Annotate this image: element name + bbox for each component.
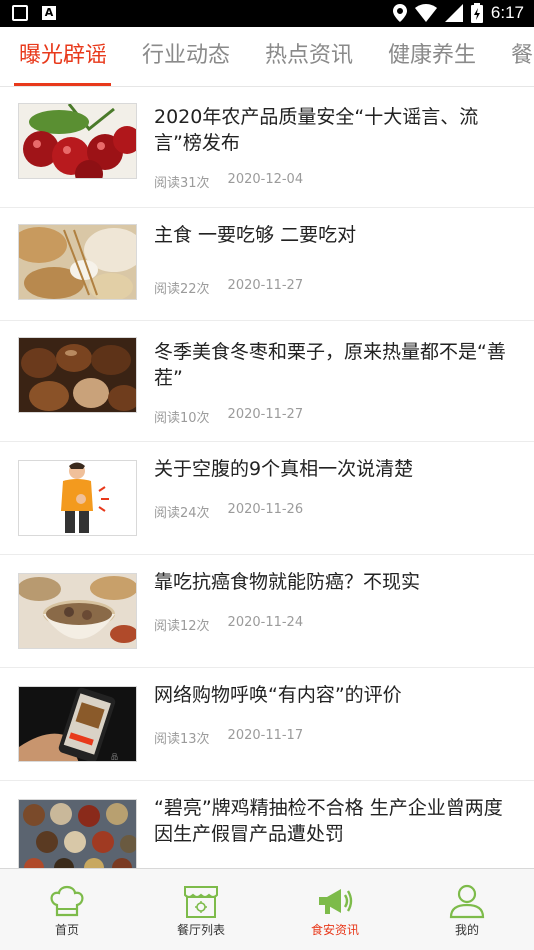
publish-date: 2020-11-27 — [227, 278, 304, 293]
publish-date: 2020-12-04 — [227, 172, 304, 187]
article-meta: 阅读24次 2020-11-26 — [154, 502, 303, 521]
read-count: 阅读10次 — [154, 411, 210, 426]
publish-date: 2020-11-24 — [227, 615, 304, 630]
article-title: 网络购物呼唤“有内容”的评价 — [154, 684, 402, 706]
article-item[interactable]: 关于空腹的9个真相一次说清楚 阅读24次 2020-11-26 — [0, 442, 534, 555]
read-count: 阅读24次 — [154, 506, 210, 521]
article-thumbnail-cherries — [18, 103, 137, 179]
read-count: 阅读31次 — [154, 176, 210, 191]
article-title: 2020年农产品质量安全“十大谣言、流言”榜发布 — [154, 106, 479, 154]
status-bar: A 6:17 — [0, 0, 534, 27]
article-list: 2020年农产品质量安全“十大谣言、流言”榜发布 阅读31次 2020-12-0… — [0, 88, 534, 868]
article-thumbnail-phone-shopping: 品 — [18, 686, 137, 762]
article-meta: 阅读13次 2020-11-17 — [154, 728, 303, 747]
publish-date: 2020-11-17 — [227, 728, 304, 743]
nav-home[interactable]: 首页 — [0, 869, 134, 950]
bottom-navigation: 首页 餐厅列表 食安资讯 我的 — [0, 868, 534, 950]
publish-date: 2020-11-27 — [227, 407, 304, 422]
nav-label: 餐厅列表 — [176, 923, 225, 937]
nav-label: 我的 — [454, 923, 479, 937]
article-meta: 阅读10次 2020-11-27 — [154, 407, 303, 426]
article-meta: 阅读12次 2020-11-24 — [154, 615, 303, 634]
clock: 6:17 — [490, 3, 524, 22]
nav-food-safety-news[interactable]: 食安资讯 — [268, 869, 402, 950]
article-item[interactable]: 主食 一要吃够 二要吃对 阅读22次 2020-11-27 — [0, 208, 534, 321]
user-icon — [449, 884, 485, 919]
article-title: 冬季美食冬枣和栗子，原来热量都不是“善茬” — [154, 341, 506, 389]
notification-icon — [12, 5, 28, 21]
active-tab-indicator — [14, 83, 111, 86]
nav-label: 首页 — [54, 923, 79, 937]
publish-date: 2020-11-26 — [227, 502, 304, 517]
article-title: 关于空腹的9个真相一次说清楚 — [154, 458, 414, 480]
article-item[interactable]: 靠吃抗癌食物就能防癌？不现实 阅读12次 2020-11-24 — [0, 555, 534, 668]
location-icon — [392, 4, 407, 22]
nav-profile[interactable]: 我的 — [400, 869, 534, 950]
tab-health[interactable]: 健康养生 — [388, 41, 476, 71]
tab-industry-news[interactable]: 行业动态 — [142, 41, 230, 71]
article-title: 主食 一要吃够 二要吃对 — [154, 224, 357, 246]
category-tabs: 曝光辟谣 行业动态 热点资讯 健康养生 餐 — [0, 27, 534, 87]
tab-hot-news[interactable]: 热点资讯 — [265, 41, 353, 71]
svg-text:品: 品 — [111, 753, 118, 761]
article-meta: 阅读31次 2020-12-04 — [154, 172, 303, 191]
tab-exposure-rumors[interactable]: 曝光辟谣 — [19, 41, 107, 71]
shop-icon — [184, 886, 218, 918]
article-item[interactable]: 2020年农产品质量安全“十大谣言、流言”榜发布 阅读31次 2020-12-0… — [0, 88, 534, 208]
wifi-icon — [414, 4, 437, 22]
article-thumbnail-stomach-ache — [18, 460, 137, 536]
article-thumbnail-soup — [18, 573, 137, 649]
article-meta: 阅读22次 2020-11-27 — [154, 278, 303, 297]
article-title: “碧亮”牌鸡精抽检不合格 生产企业曾两度因生产假冒产品遭处罚 — [154, 797, 503, 845]
read-count: 阅读12次 — [154, 619, 210, 634]
app-notification-icon: A — [42, 6, 56, 20]
article-thumbnail-spices — [18, 799, 137, 868]
tab-dining[interactable]: 餐 — [511, 41, 533, 71]
megaphone-icon — [319, 889, 353, 914]
chef-hat-icon — [50, 885, 84, 917]
article-item[interactable]: 品 网络购物呼唤“有内容”的评价 阅读13次 2020-11-17 — [0, 668, 534, 781]
article-thumbnail-grains — [18, 224, 137, 300]
read-count: 阅读13次 — [154, 732, 210, 747]
article-title: 靠吃抗癌食物就能防癌？不现实 — [154, 571, 421, 593]
read-count: 阅读22次 — [154, 282, 210, 297]
signal-icon — [444, 4, 463, 22]
article-item[interactable]: 冬季美食冬枣和栗子，原来热量都不是“善茬” 阅读10次 2020-11-27 — [0, 321, 534, 442]
article-item[interactable]: “碧亮”牌鸡精抽检不合格 生产企业曾两度因生产假冒产品遭处罚 — [0, 781, 534, 868]
battery-icon — [470, 3, 483, 23]
article-thumbnail-chestnuts — [18, 337, 137, 413]
nav-restaurant-list[interactable]: 餐厅列表 — [134, 869, 268, 950]
nav-label: 食安资讯 — [310, 923, 359, 937]
